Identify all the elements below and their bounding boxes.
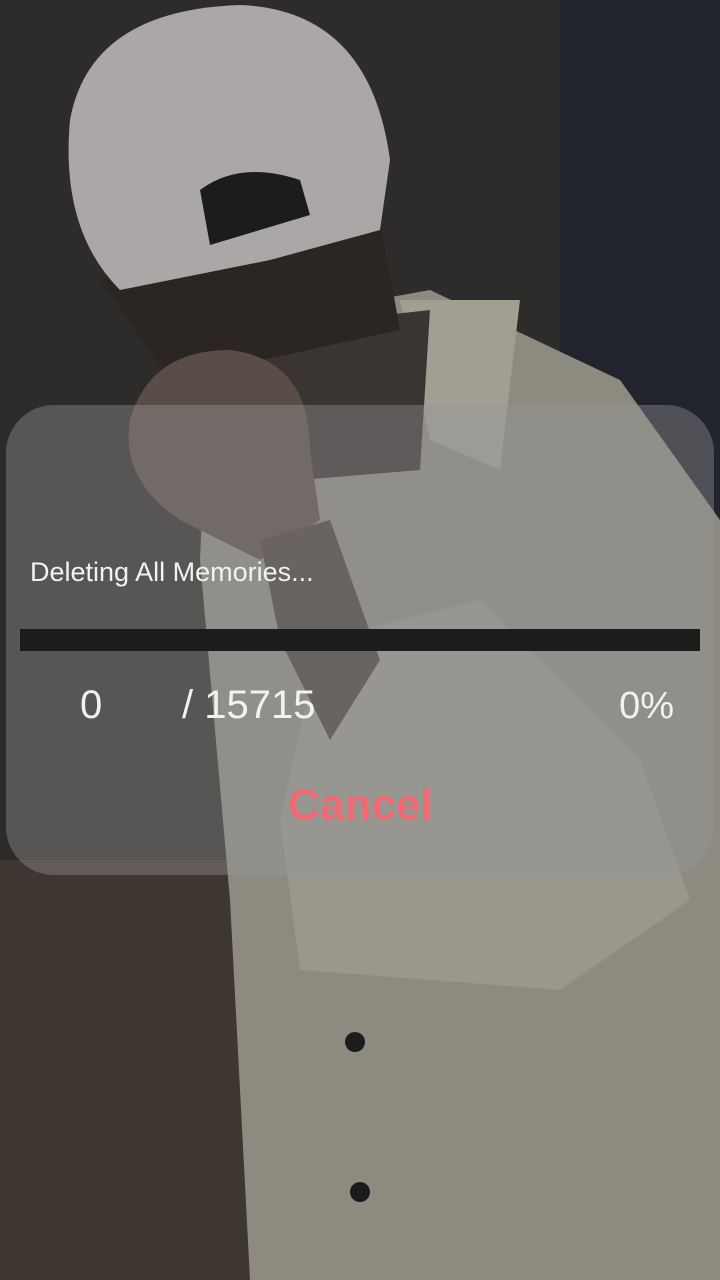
dialog-title: Deleting All Memories... <box>30 557 314 587</box>
progress-bar <box>20 629 700 651</box>
progress-total-count: / 15715 <box>182 683 316 727</box>
screen: Deleting All Memories... 0 / 15715 0% Ca… <box>0 0 720 1280</box>
progress-percent: 0% <box>619 685 674 727</box>
cancel-button[interactable]: Cancel <box>260 773 460 837</box>
delete-progress-dialog: Deleting All Memories... 0 / 15715 0% Ca… <box>6 405 714 875</box>
progress-current-count: 0 <box>80 683 103 727</box>
